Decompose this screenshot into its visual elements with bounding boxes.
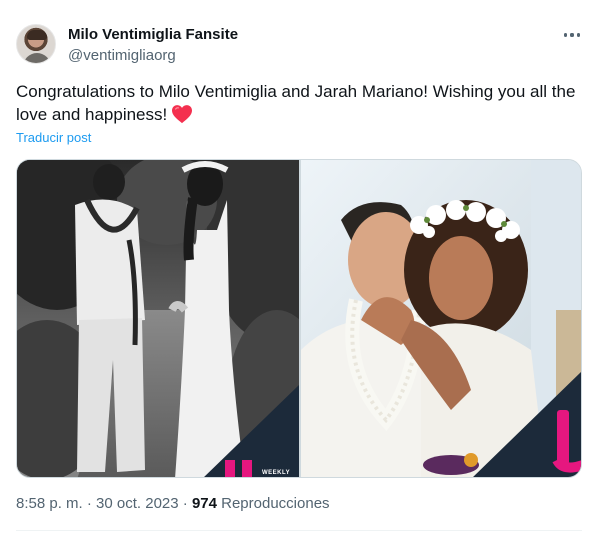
photo-couple-walking[interactable]: WEEKLY bbox=[17, 160, 299, 477]
views-label: Reproducciones bbox=[216, 495, 330, 512]
more-dot bbox=[564, 33, 568, 37]
author-names: Milo Ventimiglia Fansite @ventimigliaorg bbox=[68, 26, 238, 65]
avatar[interactable] bbox=[16, 24, 56, 64]
more-options-icon[interactable] bbox=[558, 24, 586, 46]
tweet-text-content: Congratulations to Milo Ventimiglia and … bbox=[16, 82, 576, 124]
tweet-meta: 8:58 p. m. · 30 oct. 2023 · 974 Reproduc… bbox=[16, 495, 330, 512]
more-dot bbox=[570, 33, 574, 37]
tweet-header: Milo Ventimiglia Fansite @ventimigliaorg bbox=[16, 24, 586, 68]
author-display-name[interactable]: Milo Ventimiglia Fansite bbox=[68, 26, 238, 44]
avatar-hair bbox=[27, 30, 47, 40]
red-heart-icon bbox=[172, 105, 193, 124]
media-grid[interactable]: WEEKLY bbox=[16, 159, 582, 478]
tweet-card[interactable]: Milo Ventimiglia Fansite @ventimigliaorg… bbox=[0, 0, 616, 537]
tweet-text: Congratulations to Milo Ventimiglia and … bbox=[16, 80, 582, 126]
author-handle[interactable]: @ventimigliaorg bbox=[68, 47, 238, 65]
photo-couple-embracing[interactable] bbox=[301, 160, 581, 477]
translate-post-link[interactable]: Traducir post bbox=[16, 130, 91, 145]
photo-couple-walking-art: WEEKLY bbox=[17, 160, 299, 477]
views-count: 974 bbox=[191, 495, 217, 512]
magazine-weekly-label: WEEKLY bbox=[262, 470, 290, 476]
avatar-body bbox=[23, 53, 51, 63]
photo-couple-embracing-art bbox=[301, 160, 581, 477]
more-dot bbox=[576, 33, 580, 37]
timestamp[interactable]: 8:58 p. m. · 30 oct. 2023 · bbox=[16, 495, 192, 512]
divider bbox=[16, 530, 582, 531]
